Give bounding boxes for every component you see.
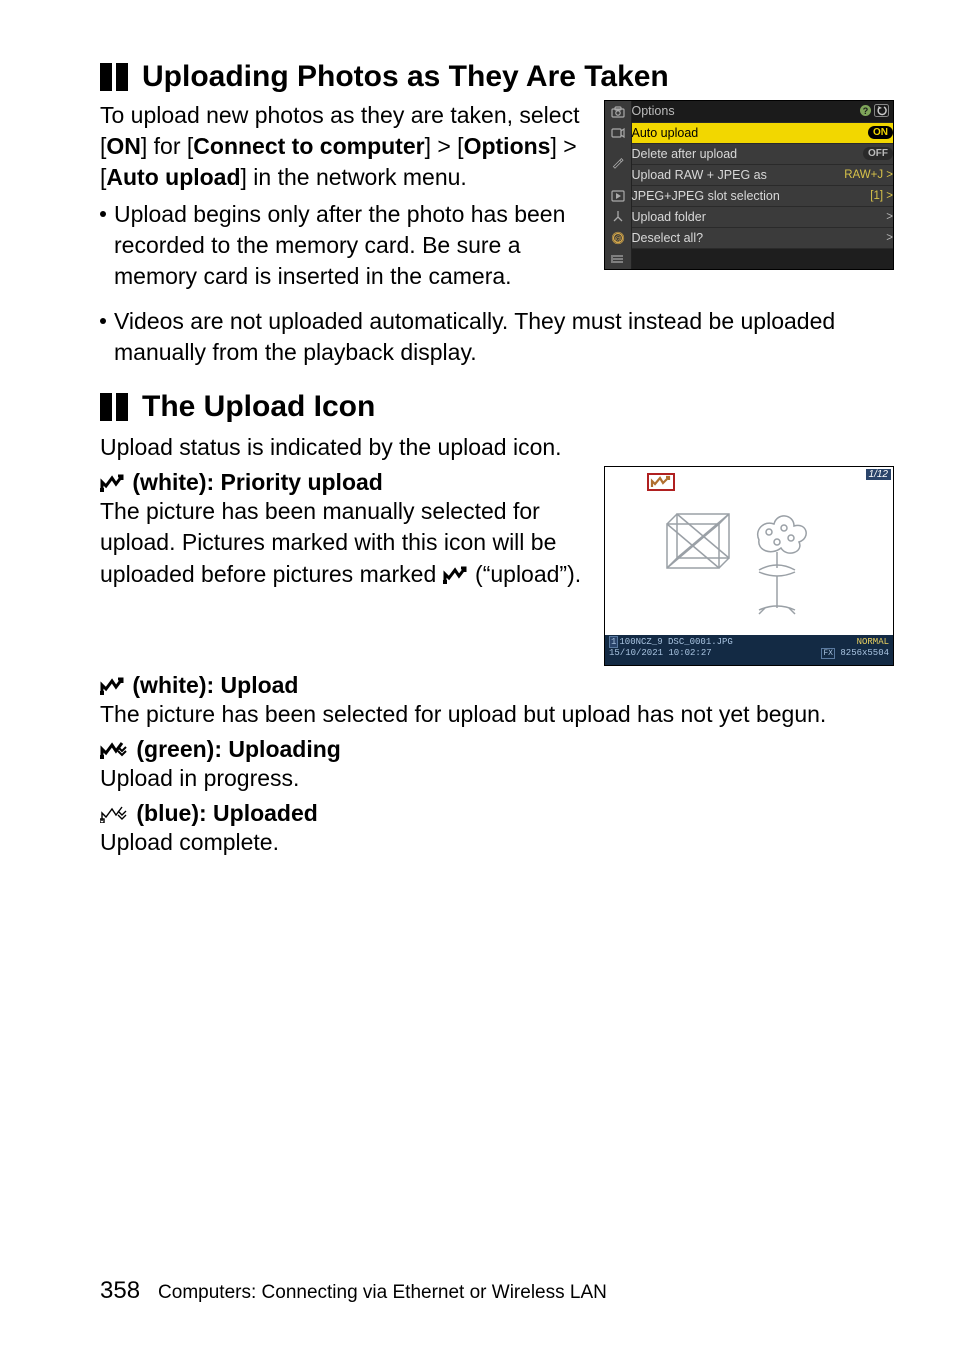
- playback-info-left: 1100NCZ_9 DSC_0001.JPG 15/10/2021 10:02:…: [609, 637, 733, 663]
- sub4-body: Upload complete.: [100, 827, 894, 858]
- sub2-body: The picture has been selected for upload…: [100, 699, 894, 730]
- menu-value: >: [835, 206, 893, 227]
- menu-value: RAW+J >: [835, 164, 893, 185]
- sample-image: [659, 490, 839, 620]
- bullet-icon: [100, 318, 106, 324]
- back-icon: [874, 104, 889, 117]
- upload-icon-overlay: [647, 473, 675, 491]
- section1-heading: Uploading Photos as They Are Taken: [142, 60, 669, 94]
- section1-bullet1: Upload begins only after the photo has b…: [114, 199, 582, 292]
- menu-value: >: [835, 227, 893, 248]
- menu-item: Upload RAW + JPEG as: [631, 164, 835, 185]
- page-number: 358: [100, 1277, 140, 1305]
- sub1-heading: (white): Priority upload: [100, 469, 582, 496]
- section-marker-icon: [100, 63, 132, 91]
- menu-side-icon: [605, 185, 631, 206]
- menu-item: Upload folder: [631, 206, 835, 227]
- section2-heading: The Upload Icon: [142, 390, 375, 424]
- section-marker-icon: [100, 393, 132, 421]
- menu-side-icon: [605, 206, 631, 227]
- menu-side-icon: [605, 248, 631, 269]
- section1-intro: To upload new photos as they are taken, …: [100, 100, 582, 193]
- menu-side-icon: [605, 122, 631, 143]
- menu-screenshot: Options ? Auto upload ON: [604, 100, 894, 270]
- footer-label: Computers: Connecting via Ethernet or Wi…: [158, 1282, 607, 1304]
- sub4-heading: (blue): Uploaded: [100, 800, 894, 827]
- section1-bullet2: Videos are not uploaded automatically. T…: [114, 306, 894, 368]
- sub3-heading: (green): Uploading: [100, 736, 894, 763]
- upload-icon-inline: [443, 566, 469, 584]
- playback-info-right: NORMAL FX 8256x5504: [821, 637, 889, 663]
- priority-upload-icon: [100, 474, 126, 492]
- upload-icon: [100, 677, 126, 695]
- section2-intro: Upload status is indicated by the upload…: [100, 432, 582, 463]
- svg-text:@: @: [614, 236, 621, 243]
- sub3-body: Upload in progress.: [100, 763, 894, 794]
- menu-side-icon: @: [605, 227, 631, 248]
- uploaded-icon: [100, 805, 130, 823]
- sub2-heading: (white): Upload: [100, 672, 894, 699]
- menu-value: [1] >: [835, 185, 893, 206]
- uploading-icon: [100, 741, 130, 759]
- menu-item: Auto upload: [631, 122, 835, 143]
- menu-value: ON: [835, 122, 893, 143]
- menu-item: Delete after upload: [631, 143, 835, 164]
- menu-side-icon: [605, 143, 631, 185]
- bullet-icon: [100, 211, 106, 217]
- menu-side-icon: [605, 101, 631, 122]
- menu-title: Options ?: [631, 101, 893, 122]
- menu-value: OFF: [835, 143, 893, 164]
- playback-screenshot: 1/12: [604, 466, 894, 666]
- menu-item-empty: [631, 248, 893, 269]
- menu-item: Deselect all?: [631, 227, 835, 248]
- help-icon: ?: [859, 104, 872, 117]
- menu-item: JPEG+JPEG slot selection: [631, 185, 835, 206]
- svg-text:?: ?: [863, 106, 869, 116]
- sub1-body: The picture has been manually selected f…: [100, 496, 582, 589]
- playback-counter: 1/12: [866, 469, 891, 480]
